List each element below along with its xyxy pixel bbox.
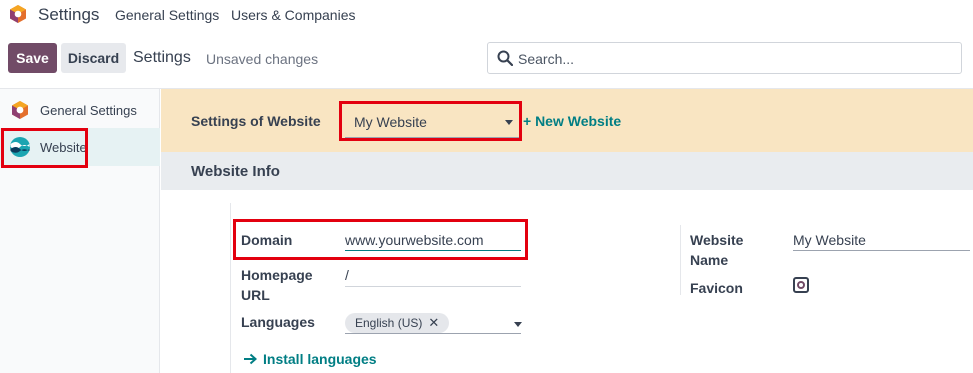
form-divider [230,203,231,373]
homepage-url-label-line1: Homepage [241,267,313,283]
arrow-right-icon [244,353,257,365]
nav-general-settings[interactable]: General Settings [115,7,219,23]
close-icon[interactable]: ✕ [428,315,439,331]
search-input[interactable] [518,49,938,69]
app-title[interactable]: Settings [38,5,99,25]
nav-users-companies[interactable]: Users & Companies [231,7,356,23]
install-languages-link[interactable]: Install languages [243,351,377,367]
website-name-input[interactable]: My Website [793,232,866,248]
install-languages-label: Install languages [263,351,377,367]
unsaved-status: Unsaved changes [206,51,319,67]
language-tag-label: English (US) [355,316,423,330]
discard-button[interactable]: Discard [61,43,126,73]
favicon-label: Favicon [690,280,743,296]
section-header: Website Info [161,152,973,190]
website-selector-banner: Settings of Website My Website + New Web… [161,89,973,152]
search-box[interactable] [487,42,962,74]
search-icon [497,50,513,66]
section-title: Website Info [191,163,280,180]
chevron-down-icon [505,120,513,125]
domain-underline [345,250,521,251]
website-app-icon [10,137,30,157]
favicon-icon [797,281,805,289]
homepage-url-input[interactable]: / [345,267,349,283]
odoo-settings-logo-icon[interactable] [8,4,28,24]
domain-label: Domain [241,232,293,248]
settings-sidebar: General Settings Website [0,89,160,373]
website-name-underline [793,250,970,251]
settings-of-website-label: Settings of Website [191,113,321,129]
sidebar-item-label: General Settings [40,102,137,118]
languages-label: Languages [241,314,315,330]
homepage-url-underline [345,286,521,287]
sidebar-item-label: Website [40,139,87,155]
website-name-label-line2: Name [690,252,729,268]
languages-underline [345,333,521,334]
website-select-value: My Website [354,114,427,130]
favicon-image[interactable] [793,277,809,293]
homepage-url-label-line2: URL [241,287,270,303]
odoo-logo-icon [12,101,28,119]
chevron-down-icon[interactable] [514,322,522,327]
new-website-button[interactable]: + New Website [523,113,621,129]
top-navbar: Settings General Settings Users & Compan… [0,0,973,30]
form-divider [680,225,681,295]
save-button[interactable]: Save [8,43,57,73]
website-name-label-line1: Website [690,232,744,248]
website-select[interactable]: My Website [345,105,519,138]
sidebar-item-general-settings[interactable]: General Settings [0,91,160,129]
page-title: Settings [133,49,191,66]
language-tag: English (US) ✕ [345,313,450,333]
domain-input[interactable]: www.yourwebsite.com [345,232,484,248]
sidebar-item-website[interactable]: Website [0,128,160,166]
